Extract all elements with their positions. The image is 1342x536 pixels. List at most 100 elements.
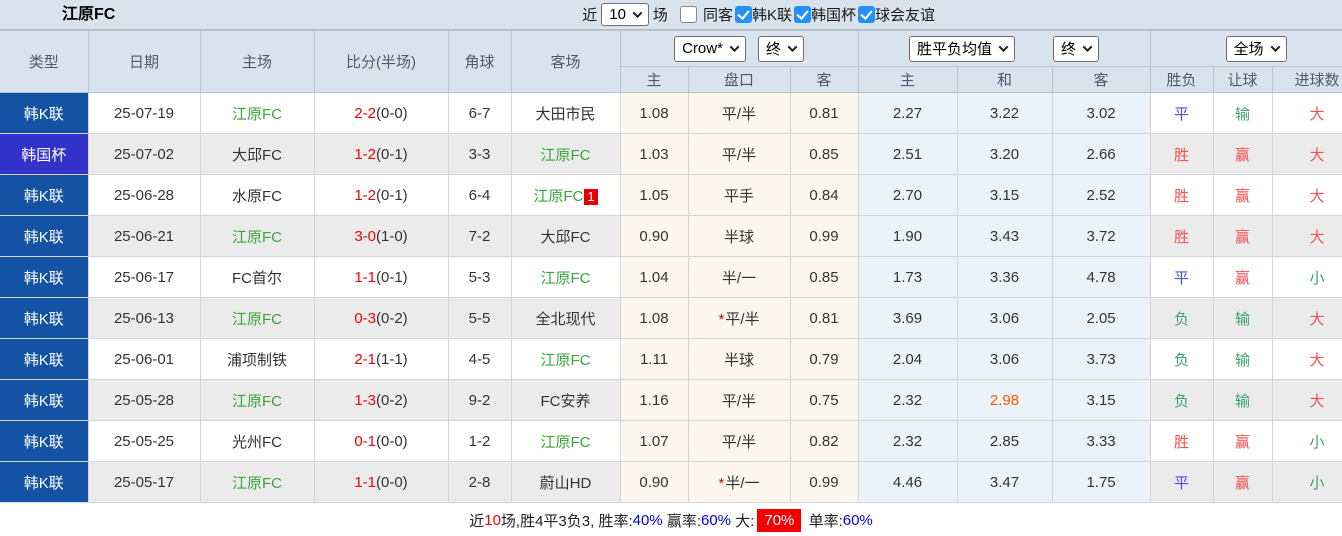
avg-win-value: 2.51 — [892, 145, 923, 163]
home-team-name: 江原FC — [232, 105, 282, 123]
goals-result-value: 小 — [1309, 433, 1325, 451]
home-odds-cell: 1.08 — [619, 92, 689, 134]
home-team-name: 大邱FC — [232, 146, 282, 164]
summary-text: 大: — [731, 512, 755, 530]
away-team-name: 大邱FC — [540, 228, 591, 246]
sub-header-goals: 进球数 — [1271, 66, 1342, 93]
checkbox-checked-icon[interactable] — [793, 6, 811, 23]
fulltime-score: 0-3 — [354, 309, 376, 327]
avg-type-select[interactable]: 胜平负均值 — [909, 35, 1016, 62]
halftime-score: (0-1) — [376, 145, 408, 163]
handicap-result-cell: 输 — [1212, 338, 1273, 380]
corners-value: 9-2 — [468, 391, 491, 409]
home-team-cell: 江原FC — [199, 297, 315, 339]
result-cell: 平 — [1149, 92, 1214, 134]
handicap-value: 平/半 — [721, 146, 757, 164]
period-select[interactable]: 全场 — [1225, 35, 1287, 62]
corners-value: 4-5 — [468, 350, 491, 368]
filter-korean-cup: 韩国杯 — [793, 4, 856, 25]
avg-win-cell: 2.27 — [857, 92, 958, 134]
summary-text: 胜率: — [598, 512, 633, 530]
match-date: 25-06-13 — [113, 309, 175, 327]
avg-lose-cell: 4.78 — [1051, 256, 1151, 298]
match-type-badge: 韩K联 — [0, 461, 89, 503]
home-odds-value: 1.08 — [639, 309, 669, 327]
sub-header-odds-away: 客 — [789, 66, 859, 93]
handicap-cell: 半球 — [687, 338, 791, 380]
avg-draw-value: 3.06 — [989, 309, 1020, 327]
summary-text: 场,胜4平3负3, — [500, 512, 599, 530]
away-team-cell: 全北现代 — [510, 297, 621, 339]
score-cell: 1-2(0-1) — [313, 174, 449, 216]
avg-type-select-value: 胜平负均值 — [917, 41, 993, 58]
result-value: 胜 — [1174, 433, 1190, 451]
match-type-badge: 韩K联 — [0, 379, 89, 421]
corners-cell: 2-8 — [447, 461, 512, 503]
goals-result-cell: 小 — [1271, 461, 1342, 503]
goals-result-cell: 大 — [1271, 174, 1342, 216]
away-odds-cell: 0.82 — [789, 420, 859, 462]
corners-cell: 5-3 — [447, 256, 512, 298]
avg-lose-cell: 2.52 — [1051, 174, 1151, 216]
red-card-badge: 1 — [584, 188, 598, 205]
goals-result-value: 大 — [1309, 310, 1325, 328]
date-cell: 25-06-21 — [87, 215, 201, 257]
home-odds-value: 1.05 — [639, 186, 669, 204]
avg-lose-value: 1.75 — [1086, 473, 1116, 491]
result-value: 负 — [1174, 351, 1190, 369]
fulltime-score: 1-3 — [354, 391, 376, 409]
avg-lose-value: 2.05 — [1086, 309, 1116, 327]
games-unit-label: 场 — [652, 7, 668, 24]
handicap-result-cell: 输 — [1212, 297, 1273, 339]
summary-text: 40% — [632, 511, 663, 529]
match-date: 25-05-25 — [113, 432, 175, 450]
checkbox-checked-icon[interactable] — [734, 6, 752, 23]
checkbox-label: 韩国杯 — [810, 7, 856, 24]
handicap-result-value: 赢 — [1235, 269, 1251, 287]
bookmaker-select[interactable]: Crow* — [674, 35, 746, 62]
handicap-result-cell: 输 — [1212, 92, 1273, 134]
avg-win-cell: 2.04 — [857, 338, 958, 380]
match-rows: 韩K联 25-07-19 江原FC 2-2(0-0) 6-7 大田市民 1.08 平/半 0.8… — [0, 92, 1342, 503]
checkbox-label: 同客 — [702, 7, 733, 24]
odds-group-header: Crow* 终 — [619, 30, 859, 67]
corners-cell: 3-3 — [447, 133, 512, 175]
result-value: 胜 — [1174, 187, 1190, 205]
avg-win-cell: 3.69 — [857, 297, 958, 339]
home-team-name: 江原FC — [232, 392, 282, 410]
odds-time-select[interactable]: 终 — [757, 35, 804, 62]
fulltime-score: 1-2 — [354, 145, 376, 163]
avg-time-select[interactable]: 终 — [1053, 35, 1100, 62]
away-team-name: 江原FC — [540, 351, 591, 369]
handicap-result-cell: 赢 — [1212, 215, 1273, 257]
away-odds-cell: 0.79 — [789, 338, 859, 380]
competition-label: 韩K联 — [23, 474, 64, 492]
handicap-cell: 平/半 — [687, 92, 791, 134]
handicap-cell: 平/半 — [687, 379, 791, 421]
checkbox-unchecked-icon[interactable] — [679, 6, 697, 23]
avg-draw-cell: 3.15 — [956, 174, 1053, 216]
handicap-result-cell: 赢 — [1212, 174, 1273, 216]
date-cell: 25-07-02 — [87, 133, 201, 175]
competition-label: 韩K联 — [23, 269, 64, 287]
games-count-select[interactable]: 10 — [601, 3, 649, 26]
score-cell: 2-2(0-0) — [313, 92, 449, 134]
handicap-value: 半球 — [723, 228, 754, 246]
halftime-score: (0-2) — [376, 309, 408, 327]
match-type-badge: 韩K联 — [0, 215, 89, 257]
match-type-badge: 韩K联 — [0, 256, 89, 298]
avg-draw-value: 3.36 — [989, 268, 1020, 286]
match-type-badge: 韩K联 — [0, 174, 89, 216]
table-header: 类型 日期 主场 比分(半场) 角球 客场 Crow* 终 胜平负均值 终 全场 — [0, 30, 1342, 93]
match-date: 25-06-21 — [113, 227, 175, 245]
avg-draw-cell: 3.20 — [956, 133, 1053, 175]
home-team-cell: 水原FC — [199, 174, 315, 216]
handicap-result-cell: 输 — [1212, 379, 1273, 421]
col-header-score: 比分(半场) — [313, 30, 449, 93]
home-team-cell: 浦项制铁 — [199, 338, 315, 380]
score-cell: 1-1(0-0) — [313, 461, 449, 503]
avg-win-cell: 2.70 — [857, 174, 958, 216]
avg-lose-cell: 1.75 — [1051, 461, 1151, 503]
checkbox-checked-icon[interactable] — [857, 6, 875, 23]
home-odds-value: 1.08 — [639, 104, 669, 122]
